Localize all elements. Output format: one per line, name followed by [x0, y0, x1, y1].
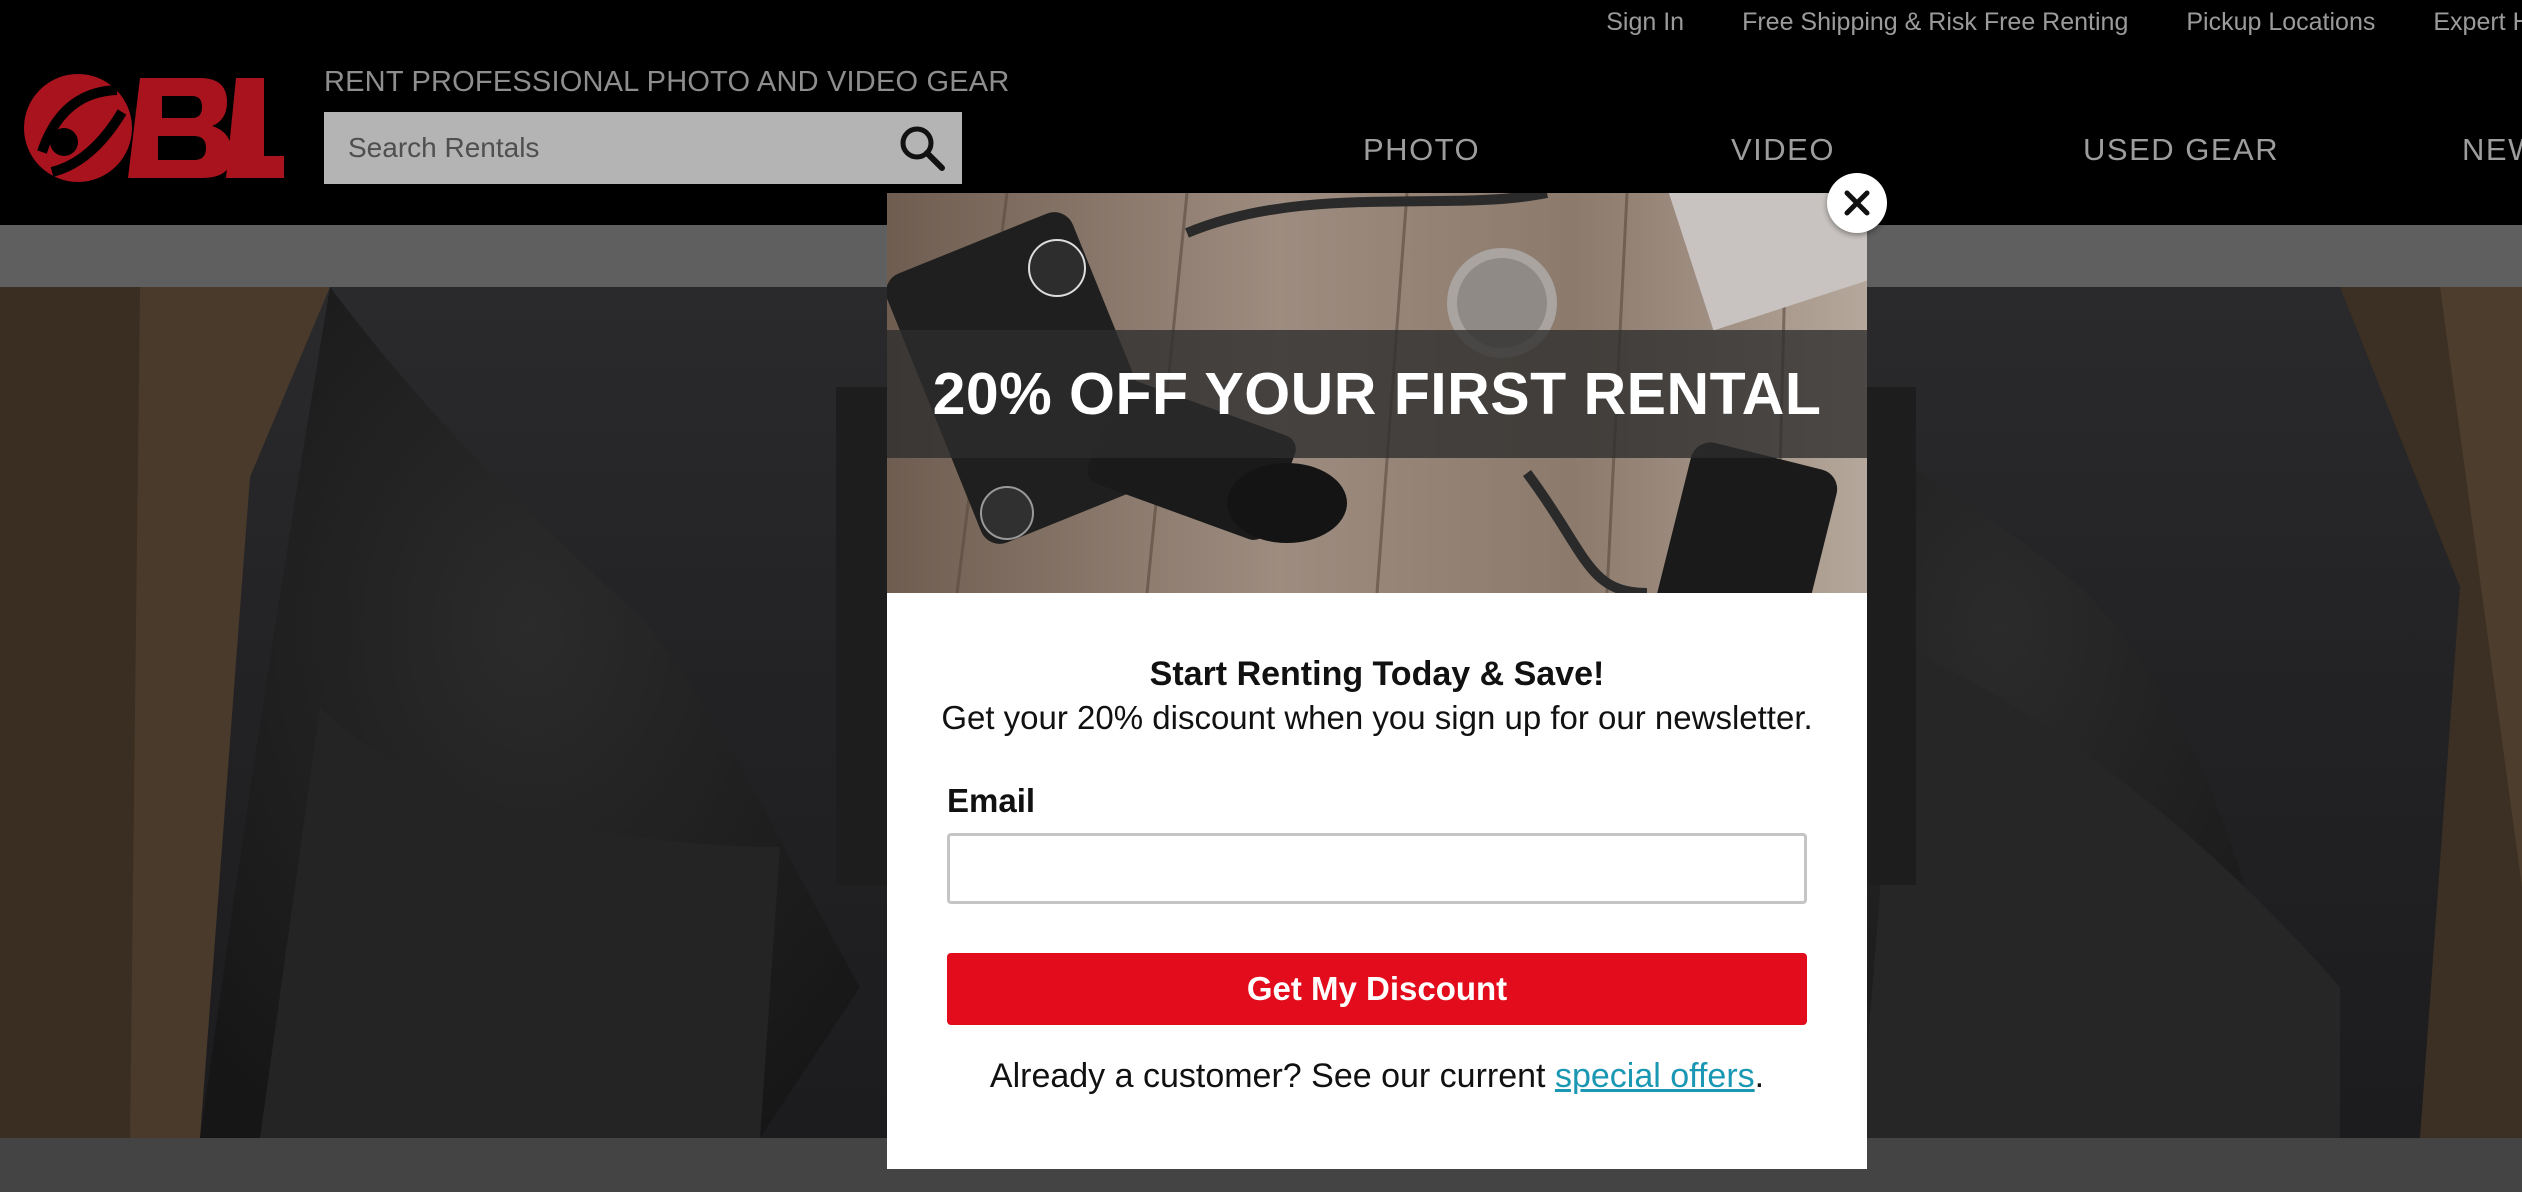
email-label: Email: [947, 782, 1036, 819]
footer-prefix: Already a customer? See our current: [989, 1057, 1555, 1095]
expert-help-link[interactable]: Expert Help: [2433, 8, 2522, 37]
modal-banner-image: 20% OFF YOUR FIRST RENTAL: [887, 193, 1867, 593]
email-field[interactable]: [947, 833, 1807, 904]
modal-footer: Already a customer? See our current spec…: [887, 1057, 1867, 1096]
nav-used-gear[interactable]: USED GEAR: [2083, 132, 2279, 168]
modal-heading: Start Renting Today & Save!: [1149, 655, 1605, 693]
pickup-locations-link[interactable]: Pickup Locations: [2186, 8, 2375, 37]
nav-new[interactable]: NEW: [2462, 132, 2522, 168]
special-offers-link[interactable]: special offers: [1555, 1057, 1755, 1095]
close-icon: [1844, 190, 1870, 216]
utility-nav: Sign In Free Shipping & Risk Free Rentin…: [1606, 8, 2522, 37]
site-tagline: RENT PROFESSIONAL PHOTO AND VIDEO GEAR: [324, 66, 1010, 98]
get-discount-button[interactable]: Get My Discount: [947, 953, 1807, 1025]
close-modal-button[interactable]: [1827, 173, 1887, 233]
nav-video[interactable]: VIDEO: [1731, 132, 1835, 168]
discount-modal: 20% OFF YOUR FIRST RENTAL Start Renting …: [887, 193, 1867, 1169]
nav-photo[interactable]: PHOTO: [1363, 132, 1480, 168]
banner-headline: 20% OFF YOUR FIRST RENTAL: [932, 361, 1822, 427]
free-shipping-link[interactable]: Free Shipping & Risk Free Renting: [1742, 8, 2128, 37]
main-nav: PHOTO VIDEO USED GEAR NEW: [0, 132, 2522, 172]
footer-suffix: .: [1754, 1057, 1765, 1095]
modal-subheading: Get your 20% discount when you sign up f…: [941, 699, 1813, 736]
site-header: Sign In Free Shipping & Risk Free Rentin…: [0, 0, 2522, 225]
sign-in-link[interactable]: Sign In: [1606, 8, 1684, 37]
